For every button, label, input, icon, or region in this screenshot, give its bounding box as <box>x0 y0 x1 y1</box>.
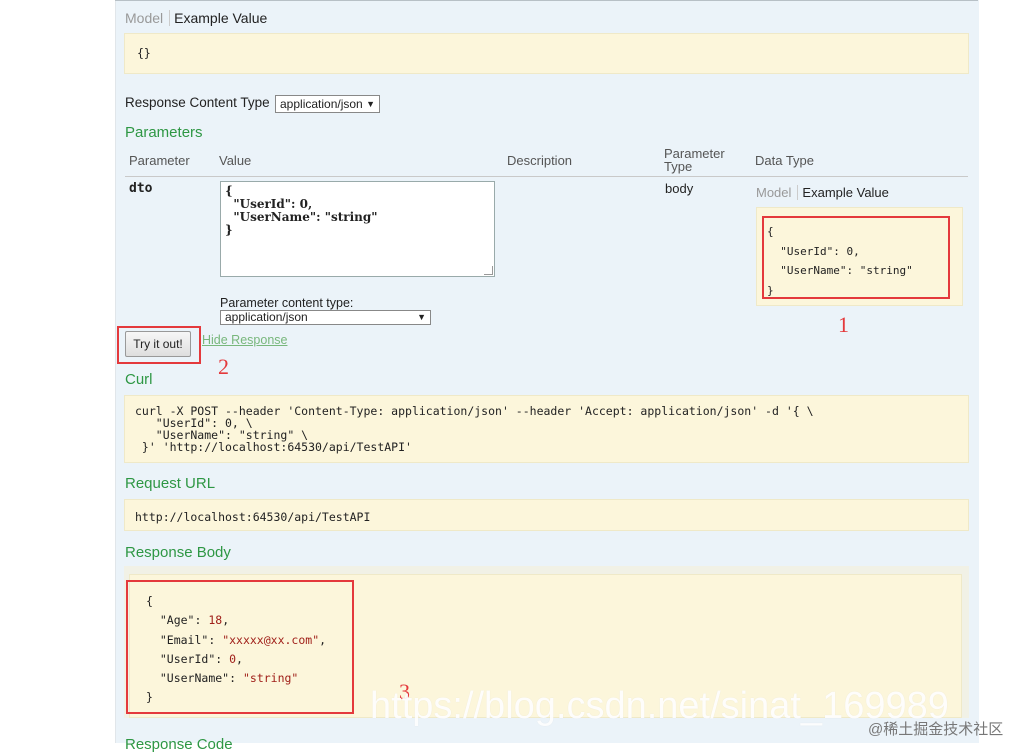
watermark-url: https://blog.csdn.net/sinat_169989 <box>370 685 949 727</box>
response-content-type-label: Response Content Type <box>125 95 270 110</box>
response-body-title: Response Body <box>125 544 231 561</box>
hide-response-link[interactable]: Hide Response <box>202 333 287 347</box>
response-model-tabs: Model Example Value <box>125 10 267 26</box>
curl-line: }' 'http://localhost:64530/api/TestAPI' <box>135 440 412 454</box>
resize-grip-icon[interactable] <box>484 266 493 275</box>
tab-example-value[interactable]: Example Value <box>170 10 267 26</box>
param-content-type-label: Parameter content type: <box>220 296 354 310</box>
request-url-snippet: http://localhost:64530/api/TestAPI <box>124 499 969 531</box>
response-content-type-value: application/json <box>280 97 363 111</box>
annotation-box-2 <box>117 326 201 364</box>
param-tab-model[interactable]: Model <box>756 185 799 200</box>
annotation-box-1 <box>762 216 950 299</box>
param-value-line: } <box>225 223 233 237</box>
annotation-box-3 <box>126 580 354 714</box>
param-tab-example-value[interactable]: Example Value <box>798 185 888 200</box>
request-url-value: http://localhost:64530/api/TestAPI <box>135 510 371 524</box>
curl-title: Curl <box>125 371 153 388</box>
param-content-type-value: application/json <box>225 310 308 324</box>
response-model-snippet: {} <box>124 33 969 74</box>
chevron-down-icon: ▼ <box>366 99 375 109</box>
th-value: Value <box>219 153 252 168</box>
th-parameter-type-line2: Type <box>664 159 693 174</box>
param-value-line: "UserName": "string" <box>225 210 378 224</box>
parameters-title: Parameters <box>125 124 203 141</box>
annotation-number-1: 1 <box>838 312 849 337</box>
param-name: dto <box>129 181 153 196</box>
annotation-number-2: 2 <box>218 354 229 379</box>
th-description: Description <box>507 153 573 168</box>
watermark-community: @稀土掘金技术社区 <box>868 721 1004 738</box>
curl-snippet: curl -X POST --header 'Content-Type: app… <box>124 395 969 463</box>
param-type: body <box>665 181 694 196</box>
th-parameter: Parameter <box>129 153 190 168</box>
param-model-tabs: Model Example Value <box>756 185 889 200</box>
th-parameter-type: Parameter Type <box>664 147 725 173</box>
param-content-type-select[interactable]: application/json ▼ <box>220 310 431 325</box>
chevron-down-icon: ▼ <box>417 312 426 322</box>
response-content-type-select[interactable]: application/json ▼ <box>275 95 380 113</box>
request-url-title: Request URL <box>125 475 216 492</box>
tab-model[interactable]: Model <box>125 10 171 26</box>
response-model-json: {} <box>137 46 151 60</box>
top-border <box>115 0 978 1</box>
table-header-divider <box>125 176 968 177</box>
param-value-textarea[interactable]: { "UserId": 0, "UserName": "string" } <box>220 181 495 277</box>
response-code-title-partial: Response Code <box>125 736 233 753</box>
th-data-type: Data Type <box>755 153 815 168</box>
curl-line: curl -X POST --header 'Content-Type: app… <box>135 404 814 418</box>
